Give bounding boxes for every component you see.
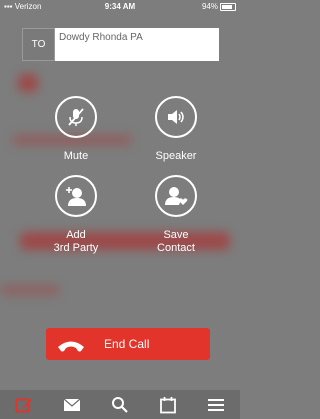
end-call-button[interactable]: End Call	[46, 328, 210, 360]
tab-mail[interactable]	[60, 394, 84, 416]
mute-label: Mute	[63, 150, 89, 162]
hang-up-phone-icon	[58, 341, 84, 352]
add-3rd-party-label: Add 3rd Party	[53, 229, 99, 254]
mute-icon[interactable]	[55, 96, 97, 138]
speaker-label: Speaker	[155, 150, 197, 162]
add-user-icon[interactable]	[55, 175, 97, 217]
save-contact-label: Save Contact	[157, 229, 195, 254]
background-blur	[18, 74, 38, 92]
background-blur	[0, 285, 60, 295]
end-call-label: End Call	[104, 337, 150, 351]
tab-search[interactable]	[108, 394, 132, 416]
mute-button[interactable]: Mute	[36, 96, 116, 163]
battery-status: 94%	[202, 0, 236, 14]
save-contact-button[interactable]: Save Contact	[136, 175, 216, 255]
battery-icon	[220, 2, 236, 11]
calendar-icon	[160, 396, 176, 413]
to-label: TO	[22, 28, 55, 61]
mail-icon	[63, 398, 81, 411]
speaker-icon[interactable]	[155, 96, 197, 138]
save-contact-icon[interactable]	[155, 175, 197, 217]
tab-compose[interactable]	[12, 394, 36, 416]
status-bar: ▪▪▪ Verizon 9:34 AM 94%	[0, 0, 240, 14]
tab-menu[interactable]	[204, 394, 228, 416]
search-icon	[112, 396, 128, 413]
to-field[interactable]: Dowdy Rhonda PA	[55, 28, 219, 61]
add-3rd-party-button[interactable]: Add 3rd Party	[36, 175, 116, 255]
battery-percent: 94%	[201, 2, 218, 11]
tab-bar	[0, 390, 240, 419]
tab-calendar[interactable]	[156, 394, 180, 416]
to-row: TO Dowdy Rhonda PA	[22, 28, 219, 61]
compose-icon	[15, 398, 32, 412]
speaker-button[interactable]: Speaker	[136, 96, 216, 163]
menu-icon	[208, 398, 224, 411]
